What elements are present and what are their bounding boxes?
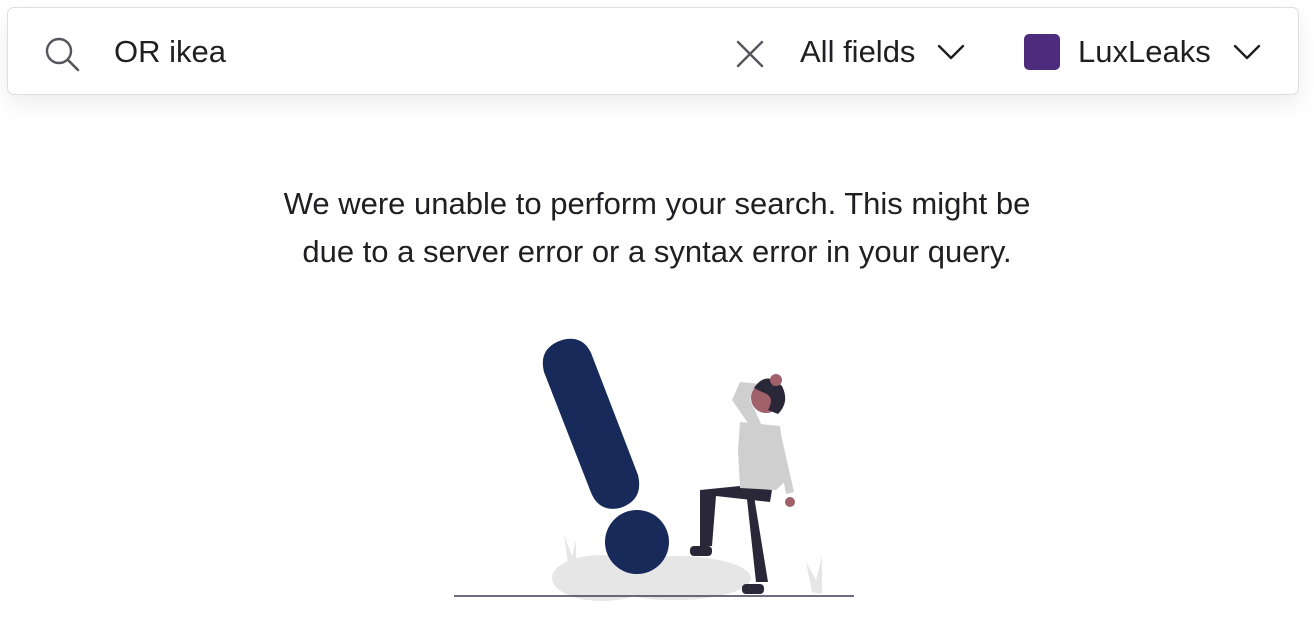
person-leg	[700, 486, 772, 546]
project-label: LuxLeaks	[1078, 34, 1211, 69]
error-message-line-2: due to a server error or a syntax error …	[302, 234, 1012, 269]
person-leg	[746, 490, 768, 582]
close-icon	[736, 40, 764, 68]
search-input[interactable]	[112, 28, 714, 76]
field-scope-dropdown[interactable]: All fields	[800, 26, 1000, 78]
error-message: We were unable to perform your search. T…	[0, 180, 1314, 276]
chevron-down-icon	[938, 44, 965, 60]
error-message-line-1: We were unable to perform your search. T…	[283, 186, 1031, 221]
project-color-swatch	[1024, 34, 1060, 70]
search-icon	[42, 34, 82, 74]
project-dropdown[interactable]: LuxLeaks	[1024, 26, 1294, 78]
search-bar: All fields LuxLeaks	[7, 7, 1299, 95]
exclamation-dot	[605, 510, 669, 574]
search-error-page: All fields LuxLeaks We were unable to pe…	[0, 0, 1314, 638]
chevron-down-icon	[1233, 44, 1260, 60]
error-illustration	[454, 338, 854, 601]
field-scope-label: All fields	[800, 34, 916, 69]
clear-search-button[interactable]	[730, 34, 770, 74]
exclamation-bar	[542, 338, 640, 509]
grass-tuft	[806, 556, 822, 594]
grass-tuft	[564, 535, 576, 566]
